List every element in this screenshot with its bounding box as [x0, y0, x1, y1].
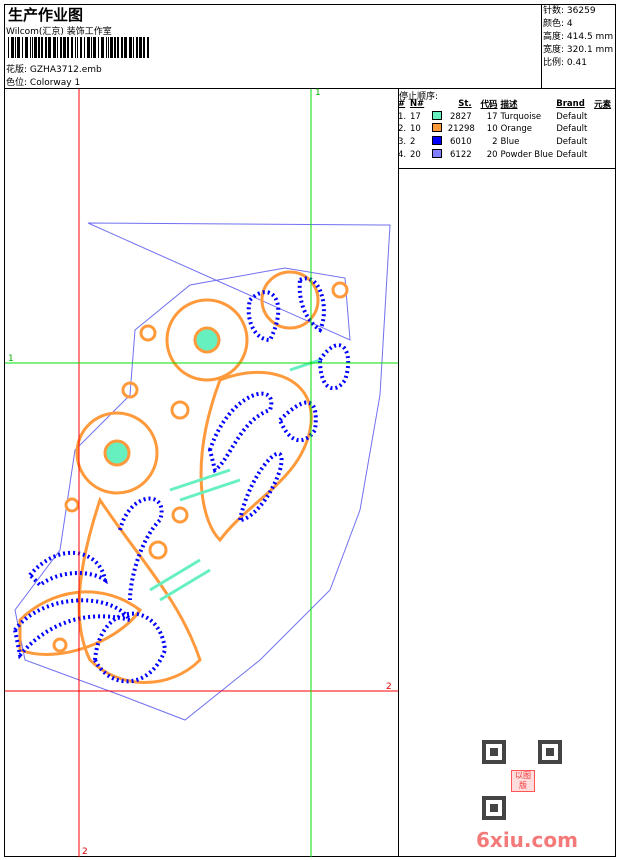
- watermark-logo: 6xiu.com: [476, 828, 578, 852]
- red-guide-label-bottom: 2: [82, 847, 88, 857]
- design-canvas: [5, 89, 398, 857]
- red-guide-label-right: 2: [386, 682, 392, 692]
- green-guide-label-top: 1: [315, 88, 321, 98]
- green-guide-label-left: 1: [8, 354, 14, 364]
- turquoise-motifs: [149, 358, 321, 602]
- stamp-logo: 以图版: [511, 770, 535, 792]
